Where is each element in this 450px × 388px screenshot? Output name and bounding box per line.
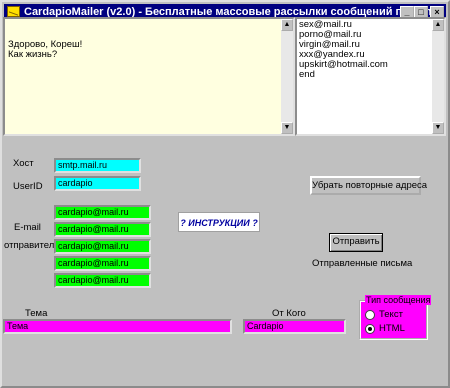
host-label: Хост — [13, 158, 34, 169]
message-type-title: Тип сообщения — [365, 295, 432, 305]
remove-duplicates-button[interactable]: Убрать повторные адреса — [310, 176, 427, 195]
message-scrollbar[interactable]: ▲ ▼ — [281, 19, 293, 134]
send-button[interactable]: Отправить — [329, 233, 383, 252]
sent-status-label: Отправленные письма — [312, 258, 413, 269]
recipients-textarea[interactable]: sex@mail.ru porno@mail.ru virgin@mail.ru… — [295, 17, 446, 136]
userid-input[interactable]: cardapio — [54, 176, 141, 191]
recipient-item: end — [299, 69, 315, 80]
scroll-down-arrow-icon[interactable]: ▼ — [281, 122, 293, 134]
message-type-group: Тип сообщения Текст HTML — [359, 295, 432, 340]
envelope-icon — [7, 6, 20, 17]
text-radio[interactable] — [365, 310, 375, 320]
sender-email-input[interactable]: cardapio@mail.ru — [54, 273, 151, 288]
instructions-link[interactable]: ? ИНСТРУКЦИИ ? — [178, 212, 260, 232]
message-body-text: Здорово, Кореш! Как жизнь? — [8, 39, 83, 60]
scroll-down-arrow-icon[interactable]: ▼ — [432, 122, 444, 134]
sender-label: E-mail — [14, 222, 41, 233]
from-label: От Кого — [272, 308, 306, 319]
recipients-scrollbar[interactable]: ▲ ▼ — [432, 19, 444, 134]
sender-email-input[interactable]: cardapio@mail.ru — [54, 222, 151, 237]
recipient-item: upskirt@hotmail.com — [299, 59, 388, 70]
subject-input[interactable]: Тема — [3, 319, 232, 334]
sender-email-input[interactable]: cardapio@mail.ru — [54, 205, 151, 220]
html-radio-label[interactable]: HTML — [379, 323, 405, 334]
message-body-textarea[interactable]: Здорово, Кореш! Как жизнь? ▲ ▼ — [3, 17, 295, 136]
text-radio-label[interactable]: Текст — [379, 309, 403, 320]
host-input[interactable]: smtp.mail.ru — [54, 158, 141, 173]
userid-label: UserID — [13, 181, 43, 192]
html-radio[interactable] — [365, 324, 375, 334]
subject-label: Тема — [25, 308, 48, 319]
from-input[interactable]: Cardapio — [243, 319, 346, 334]
sender-email-input[interactable]: cardapio@mail.ru — [54, 239, 151, 254]
scroll-up-arrow-icon[interactable]: ▲ — [281, 19, 293, 31]
sender-label-2: отправителя — [4, 240, 60, 251]
scroll-up-arrow-icon[interactable]: ▲ — [432, 19, 444, 31]
sender-email-input[interactable]: cardapio@mail.ru — [54, 256, 151, 271]
